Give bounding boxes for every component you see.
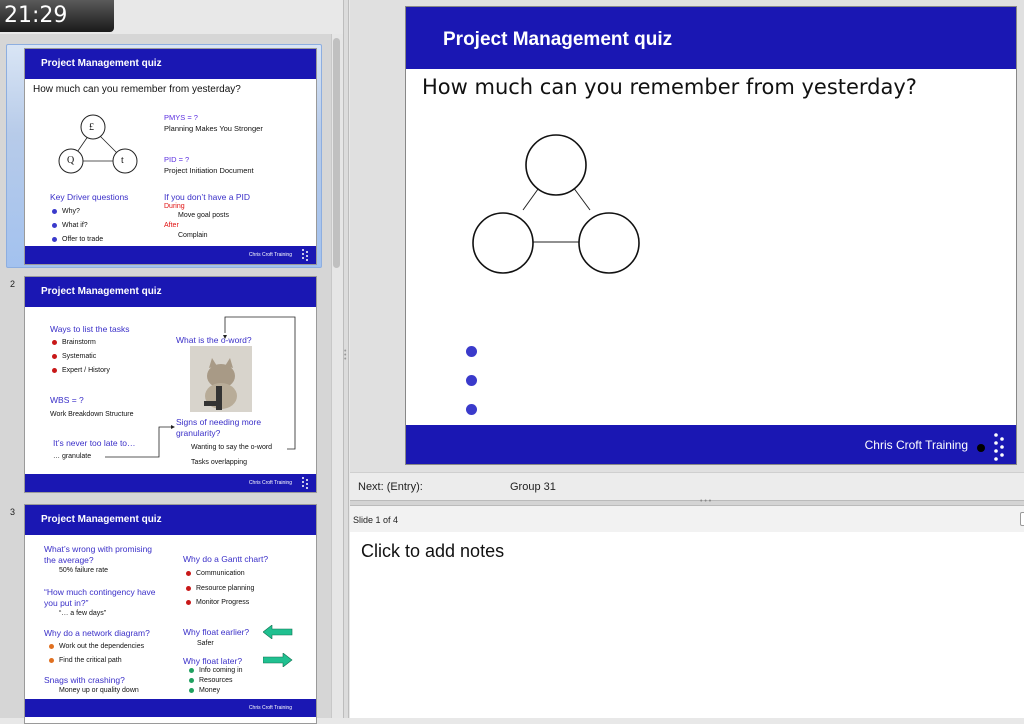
gantt-heading: Why do a Gantt chart? — [183, 554, 269, 564]
triangle-left-label: Q — [67, 155, 75, 166]
next-slide-bar: Next: (Entry): Group 31 — [350, 472, 1024, 501]
network-item-2: Find the critical path — [49, 657, 122, 664]
splitter-grip-icon[interactable]: • • • — [344, 348, 348, 363]
thumb-footer: Chris Croft Training — [25, 474, 316, 492]
bullet-icon — [186, 599, 191, 605]
gantt-item-3: Monitor Progress — [186, 599, 249, 606]
float-later-item-3: Money — [189, 687, 220, 694]
float-earlier-heading: Why float earlier? — [183, 627, 250, 637]
bullet-icon — [466, 404, 477, 415]
bullet-icon — [52, 236, 57, 242]
never-late-heading: It’s never too late to… — [53, 438, 136, 448]
thumb-footer: Chris Croft Training — [25, 699, 316, 717]
pmys-question: PMYS = ? — [164, 113, 198, 122]
pmys-answer: Planning Makes You Stronger — [164, 124, 263, 133]
notes-header: Slide 1 of 4 — [350, 506, 1024, 533]
signs-item-2: Tasks overlapping — [191, 459, 248, 466]
no-pid-heading: If you don’t have a PID — [164, 192, 250, 202]
signs-item-1: Wanting to say the o-word — [191, 444, 273, 451]
key-item-2: What if? — [52, 222, 88, 229]
brand-logo-icon — [302, 249, 308, 261]
thumb-question: How much can you remember from yesterday… — [33, 84, 241, 95]
bullet-icon — [189, 687, 194, 693]
during-label: During — [164, 203, 185, 210]
granulate-text: … granulate — [53, 453, 92, 460]
snags-heading: Snags with crashing? — [44, 675, 125, 685]
after-label: After — [164, 222, 179, 229]
triangle-diagram — [58, 114, 138, 174]
float-later-item-1: Info coming in — [189, 667, 243, 674]
gantt-item-2: Resource planning — [186, 585, 254, 592]
triangle-top-label: £ — [89, 122, 94, 133]
bullet-icon — [186, 585, 191, 591]
kitten-photo — [190, 346, 252, 412]
bullet-icon — [49, 643, 54, 649]
slide-thumbnail-1[interactable]: Project Management quiz How much can you… — [24, 48, 317, 265]
key-item-1: Why? — [52, 208, 80, 215]
network-item-1: Work out the dependencies — [49, 643, 144, 650]
triangle-right-label: t — [121, 155, 124, 166]
brand-logo-icon — [977, 433, 1004, 461]
float-later-item-2: Resources — [189, 677, 232, 684]
thumbnails-scrollbar-thumb[interactable] — [333, 38, 340, 268]
arrow-right-icon — [263, 653, 293, 667]
thumb-title: Project Management quiz — [25, 49, 316, 79]
slide-number-2: 2 — [10, 279, 16, 289]
bullet-icon — [189, 677, 194, 683]
thumb-title: Project Management quiz — [25, 505, 316, 535]
slide-number-3: 3 — [10, 507, 16, 517]
contingency-heading: “How much contingency have you put in?” — [44, 587, 156, 608]
bullet-icon — [52, 208, 57, 214]
wrong-answer: 50% failure rate — [59, 567, 109, 574]
splitter-grip-icon[interactable]: • • • — [700, 498, 711, 505]
wbs-answer: Work Breakdown Structure — [50, 411, 134, 418]
next-label: Next: (Entry): — [358, 481, 423, 493]
network-heading: Why do a network diagram? — [44, 628, 150, 638]
during-item: Move goal posts — [178, 212, 229, 219]
float-later-heading: Why float later? — [183, 656, 243, 666]
triangle-diagram — [472, 134, 640, 274]
slide-thumbnail-2[interactable]: Project Management quiz Ways to list the… — [24, 276, 317, 493]
key-driver-heading: Key Driver questions — [50, 192, 129, 202]
slide-thumbnail-3[interactable]: Project Management quiz What’s wrong wit… — [24, 504, 317, 724]
slide-question: How much can you remember from yesterday… — [422, 75, 917, 99]
brand-text: Chris Croft Training — [864, 438, 968, 452]
contingency-answer: “… a few days” — [59, 610, 107, 617]
pid-question: PID = ? — [164, 155, 190, 164]
thumb-footer: Chris Croft Training — [25, 246, 316, 264]
bullet-icon — [52, 222, 57, 228]
slide-counter: Slide 1 of 4 — [353, 515, 399, 525]
presenter-clock: 21:29 — [0, 0, 114, 32]
bullet-icon — [189, 667, 194, 673]
notes-placeholder[interactable]: Click to add notes — [361, 541, 504, 562]
bullet-icon — [186, 570, 191, 576]
bullet-icon — [466, 346, 477, 357]
current-slide[interactable]: Project Management quiz How much can you… — [405, 6, 1017, 465]
after-item: Complain — [178, 232, 208, 239]
pid-answer: Project Initiation Document — [164, 166, 254, 175]
bullet-icon — [49, 657, 54, 663]
slide-title: Project Management quiz — [406, 7, 1016, 69]
wbs-question: WBS = ? — [50, 395, 84, 405]
bullet-icon — [466, 375, 477, 386]
float-earlier-answer: Safer — [197, 640, 214, 647]
snags-answer: Money up or quality down — [59, 687, 139, 694]
key-item-3: Offer to trade — [52, 236, 103, 243]
next-value: Group 31 — [510, 481, 556, 493]
connector-lines — [105, 316, 296, 458]
notes-options-icon[interactable] — [1020, 512, 1024, 526]
wrong-heading: What’s wrong with promising the average? — [44, 544, 153, 565]
signs-heading: Signs of needing more granularity? — [176, 417, 262, 438]
gantt-item-1: Communication — [186, 570, 245, 577]
arrow-left-icon — [263, 625, 293, 639]
brand-logo-icon — [302, 477, 308, 489]
